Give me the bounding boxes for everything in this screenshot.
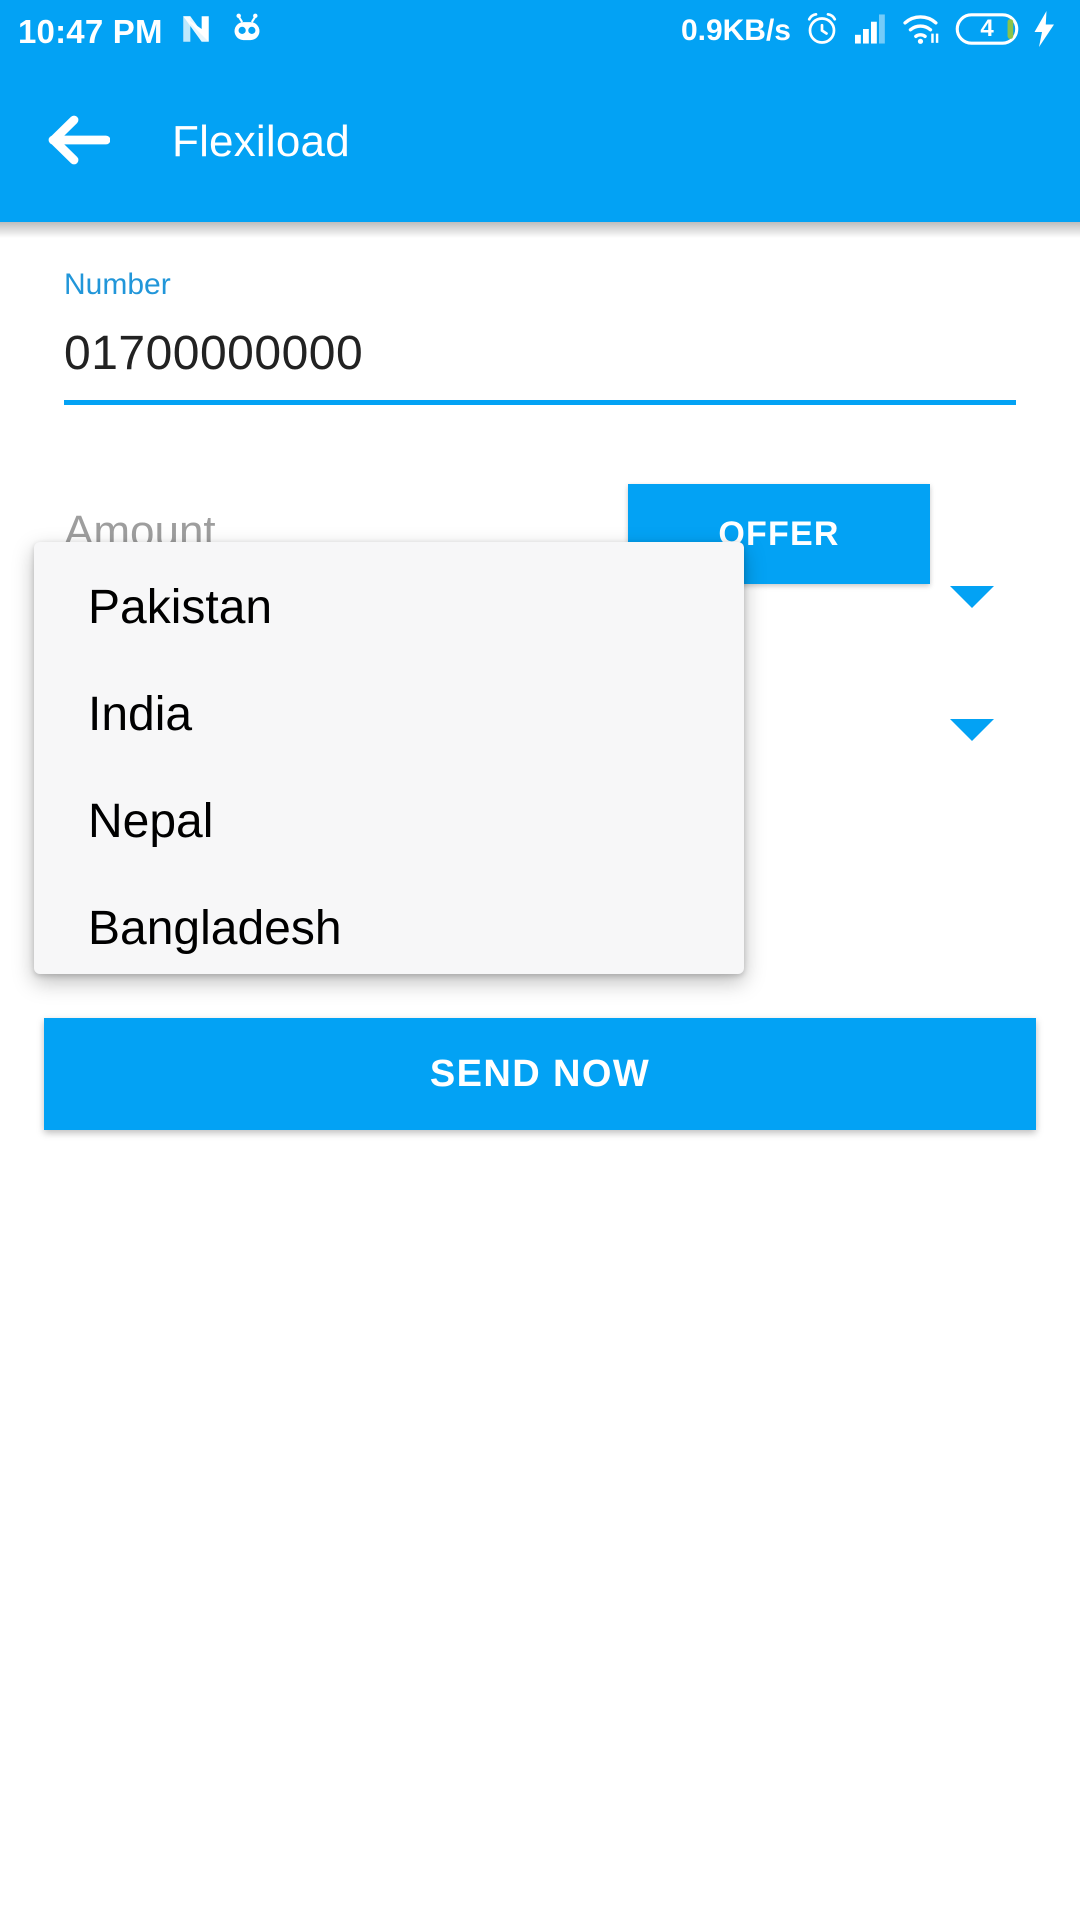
list-item[interactable]: Bangladesh bbox=[34, 875, 744, 982]
number-field-group: Number 01700000000 bbox=[64, 270, 1016, 405]
list-item[interactable]: India bbox=[34, 661, 744, 768]
network-speed-label: 0.9KB/s bbox=[680, 14, 791, 47]
alarm-clock-icon bbox=[804, 11, 840, 52]
status-bar-clock: 10:47 PM bbox=[18, 12, 163, 50]
n-logo-icon bbox=[179, 12, 213, 51]
list-item[interactable]: Pakistan bbox=[34, 554, 744, 661]
robot-icon bbox=[229, 12, 265, 51]
app-bar-shadow bbox=[0, 222, 1080, 238]
back-button[interactable] bbox=[44, 107, 114, 177]
number-field-label: Number bbox=[64, 268, 171, 301]
back-arrow-icon bbox=[48, 115, 111, 170]
app-screen: 10:47 PM 0.9KB/s 4 Flexiload Number 0170… bbox=[0, 0, 1080, 1920]
main-content: Number 01700000000 Amount OFFER Pakistan… bbox=[0, 222, 1080, 1920]
battery-level-label: 4 bbox=[980, 14, 994, 42]
send-now-button[interactable]: SEND NOW bbox=[44, 1018, 1036, 1130]
status-bar-left: 10:47 PM bbox=[18, 12, 265, 51]
wifi-icon bbox=[902, 12, 942, 51]
country-dropdown-list: Pakistan India Nepal Bangladesh bbox=[34, 542, 744, 974]
charging-bolt-icon bbox=[1032, 10, 1058, 52]
chevron-down-icon[interactable] bbox=[950, 719, 994, 741]
battery-icon: 4 bbox=[955, 12, 1019, 51]
page-title: Flexiload bbox=[172, 117, 350, 166]
number-input[interactable]: 01700000000 bbox=[64, 330, 1016, 378]
list-item[interactable]: Nepal bbox=[34, 768, 744, 875]
app-bar: Flexiload bbox=[0, 62, 1080, 222]
cellular-signal-icon bbox=[853, 13, 889, 50]
status-bar: 10:47 PM 0.9KB/s 4 bbox=[0, 0, 1080, 62]
number-field-underline bbox=[64, 400, 1016, 405]
status-bar-right: 0.9KB/s 4 bbox=[680, 10, 1058, 52]
chevron-down-icon[interactable] bbox=[950, 586, 994, 608]
